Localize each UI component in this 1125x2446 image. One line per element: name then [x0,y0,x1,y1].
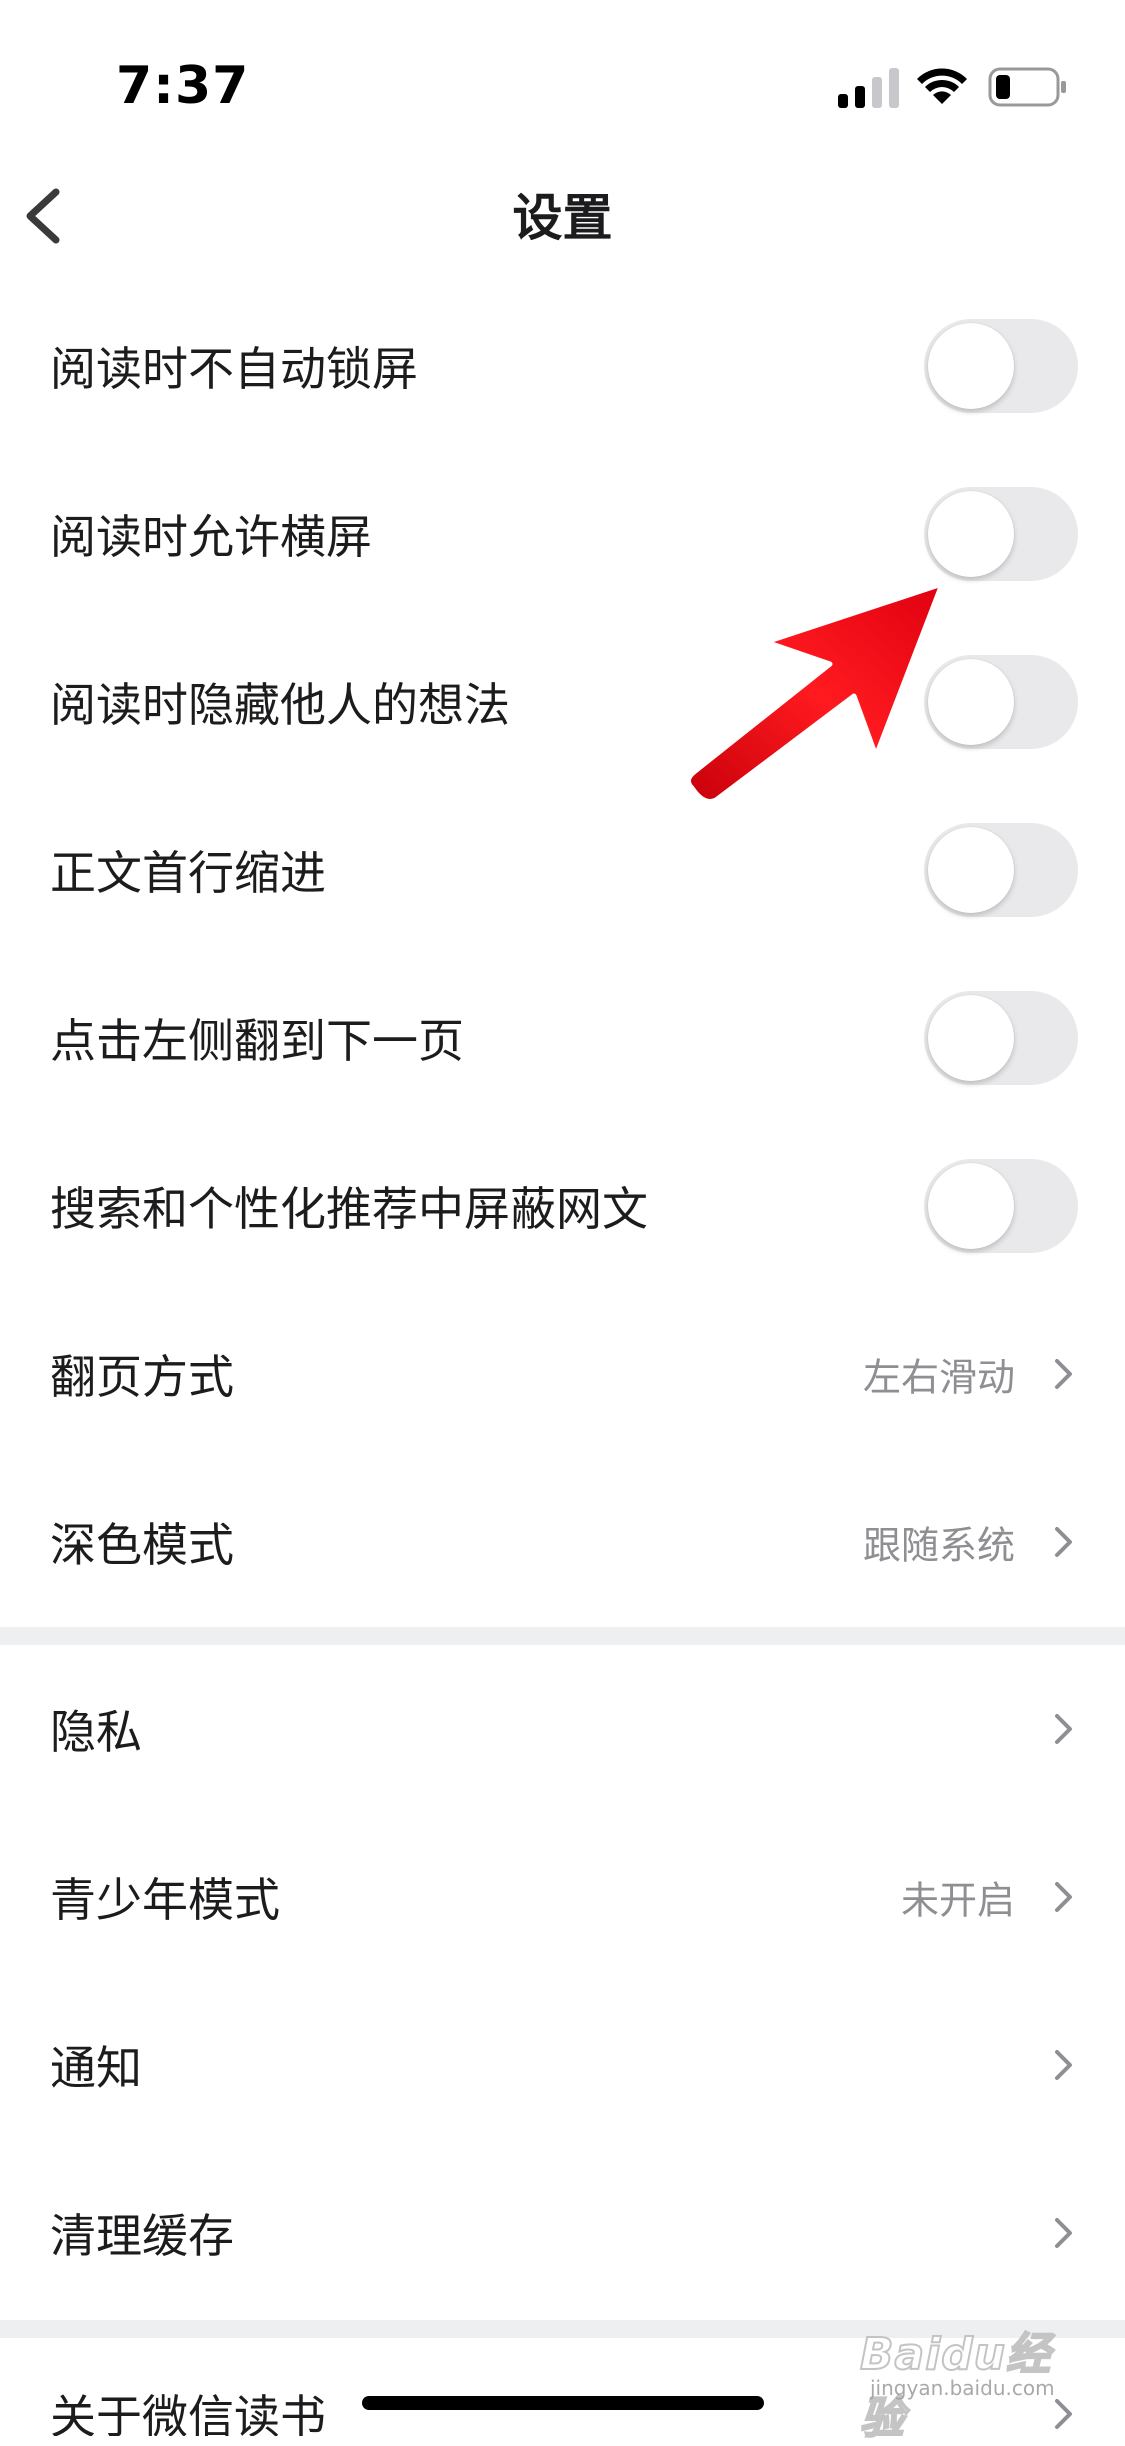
setting-label: 深色模式 [50,1518,234,1572]
cellular-signal-icon [838,68,899,108]
toggle-knob [928,491,1014,577]
setting-row-dark-mode[interactable]: 深色模式 跟随系统 [0,1458,1125,1626]
setting-row-clear-cache[interactable]: 清理缓存 [0,2149,1125,2317]
setting-label: 正文首行缩进 [50,846,326,900]
chevron-right-icon [1055,1527,1072,1557]
setting-row-block-web-novels[interactable]: 搜索和个性化推荐中屏蔽网文 [0,1122,1125,1290]
no-auto-lock-toggle[interactable] [924,319,1078,413]
toggle-knob [928,827,1014,913]
chevron-right-icon [1055,1714,1072,1744]
setting-label: 搜索和个性化推荐中屏蔽网文 [50,1182,648,1236]
setting-value: 未开启 [900,1878,1015,1923]
section-divider [0,1627,1125,1645]
status-time: 7:37 [116,56,250,116]
setting-value: 跟随系统 [862,1523,1015,1568]
chevron-right-icon [1055,2218,1072,2248]
toggle-knob [928,323,1014,409]
setting-row-page-turn-mode[interactable]: 翻页方式 左右滑动 [0,1290,1125,1458]
setting-label: 清理缓存 [50,2209,234,2263]
setting-label: 隐私 [50,1705,142,1759]
section-divider [0,2320,1125,2338]
block-web-novels-toggle[interactable] [924,1159,1078,1253]
allow-landscape-toggle[interactable] [924,487,1078,581]
setting-label: 青少年模式 [50,1873,280,1927]
toggle-knob [928,1163,1014,1249]
setting-row-first-line-indent[interactable]: 正文首行缩进 [0,786,1125,954]
home-indicator[interactable] [362,2396,764,2410]
first-line-indent-toggle[interactable] [924,823,1078,917]
setting-row-notifications[interactable]: 通知 [0,1981,1125,2149]
status-bar: 7:37 [0,0,1125,170]
wifi-icon [917,68,967,104]
setting-label: 翻页方式 [50,1350,234,1404]
page-title: 设置 [512,189,613,247]
setting-value: 左右滑动 [862,1355,1015,1400]
hide-others-thoughts-toggle[interactable] [924,655,1078,749]
battery-icon [988,67,1066,107]
setting-row-allow-landscape[interactable]: 阅读时允许横屏 [0,450,1125,618]
tap-left-next-page-toggle[interactable] [924,991,1078,1085]
setting-label: 点击左侧翻到下一页 [50,1014,464,1068]
setting-row-privacy[interactable]: 隐私 [0,1645,1125,1813]
chevron-right-icon [1055,1359,1072,1389]
chevron-right-icon [1055,2050,1072,2080]
setting-label: 阅读时不自动锁屏 [50,342,418,396]
setting-row-teen-mode[interactable]: 青少年模式 未开启 [0,1813,1125,1981]
chevron-right-icon [1055,2399,1072,2429]
setting-label: 通知 [50,2041,142,2095]
setting-row-hide-others-thoughts[interactable]: 阅读时隐藏他人的想法 [0,618,1125,786]
chevron-right-icon [1055,1882,1072,1912]
setting-row-about[interactable]: 关于微信读书 [0,2338,1125,2436]
toggle-knob [928,995,1014,1081]
setting-label: 关于微信读书 [50,2390,326,2436]
setting-row-tap-left-next-page[interactable]: 点击左侧翻到下一页 [0,954,1125,1122]
toggle-knob [928,659,1014,745]
setting-label: 阅读时隐藏他人的想法 [50,678,510,732]
setting-label: 阅读时允许横屏 [50,510,372,564]
setting-row-no-auto-lock[interactable]: 阅读时不自动锁屏 [0,282,1125,450]
